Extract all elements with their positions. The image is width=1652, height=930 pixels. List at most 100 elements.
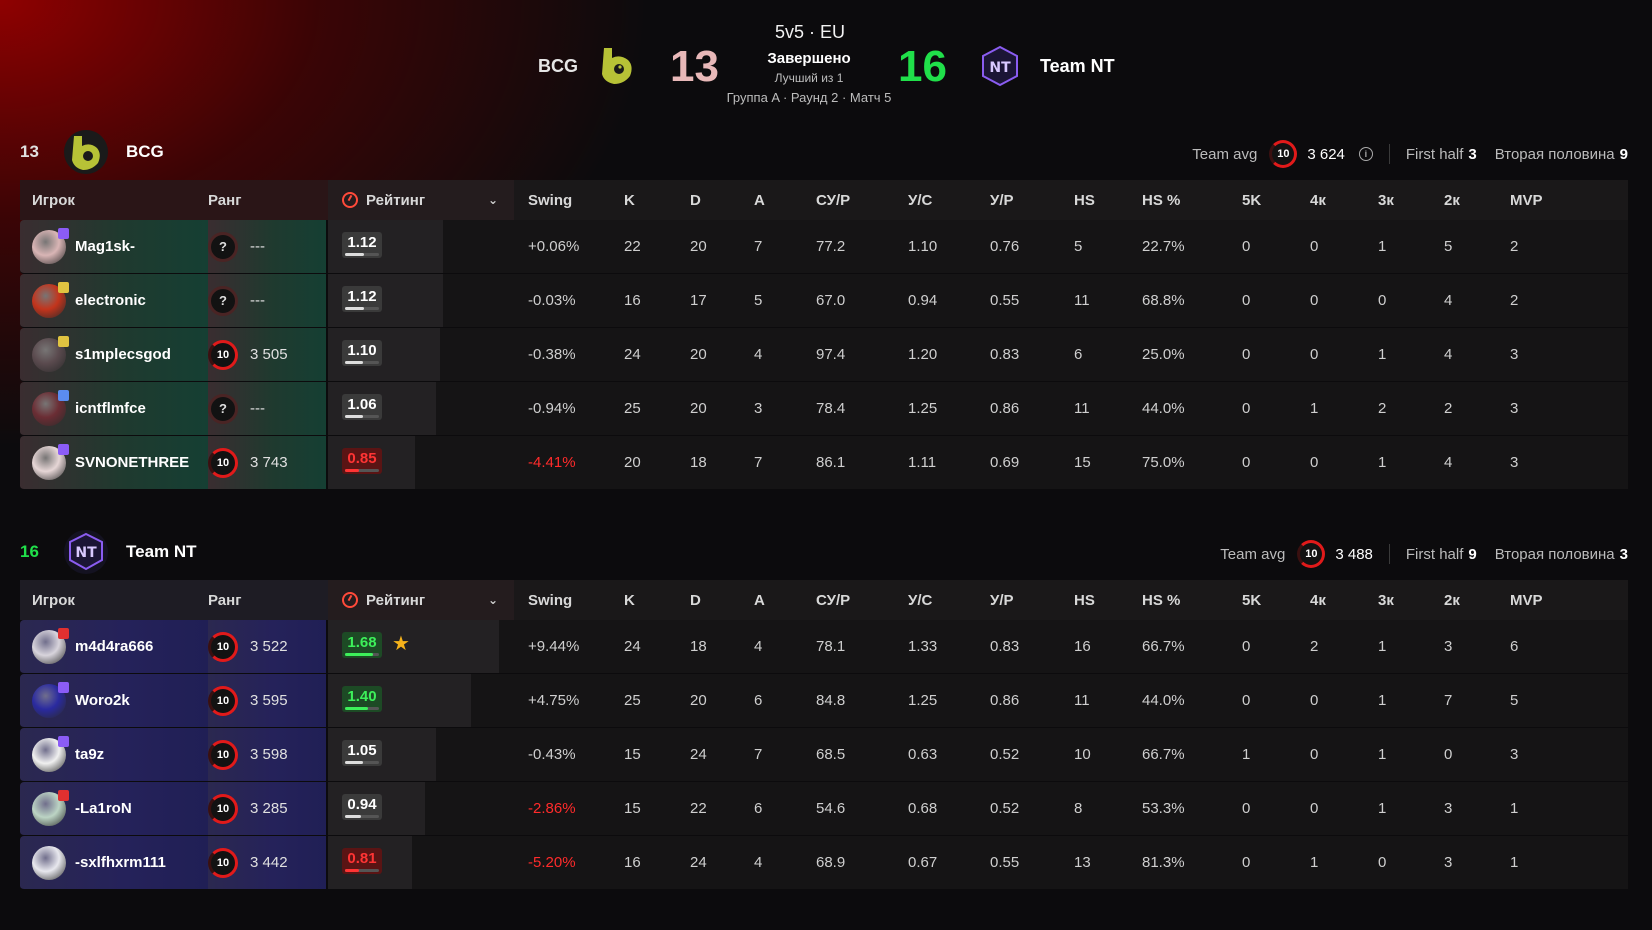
player-name[interactable]: s1mplecsgod [75, 346, 171, 363]
col-header-k4[interactable]: 4к [1310, 180, 1378, 220]
table-row[interactable]: Woro2k 10 3 595 1.40 +4.75% 25 20 6 84.8 1.25 0.86… [20, 674, 1628, 728]
table-row[interactable]: electronic? --- 1.12 -0.03% 16 17 5 67.0 0.94 0.5… [20, 274, 1628, 328]
avatar[interactable] [32, 389, 69, 426]
player-name[interactable]: -La1roN [75, 800, 132, 817]
table-row[interactable]: Mag1sk-? --- 1.12 +0.06% 22 20 7 77.2 1.10 0.76 5 2… [20, 220, 1628, 274]
stat-k: 25 [624, 382, 690, 436]
table-row[interactable]: -La1roN 10 3 285 0.94 -2.86% 15 22 6 54.6 0.68 0.5… [20, 782, 1628, 836]
avatar[interactable] [32, 735, 69, 772]
player-cell[interactable]: ta9z [20, 728, 208, 782]
col-header-a[interactable]: A [754, 180, 816, 220]
player-cell[interactable]: s1mplecsgod [20, 328, 208, 382]
avatar[interactable] [32, 789, 69, 826]
player-cell[interactable]: -La1roN [20, 782, 208, 836]
col-header-k5[interactable]: 5K [1242, 180, 1310, 220]
col-header-rank[interactable]: Ранг [208, 580, 328, 620]
col-header-rating[interactable]: Рейтинг ⌄ [328, 180, 514, 220]
avatar[interactable] [32, 335, 69, 372]
table-row[interactable]: ta9z 10 3 598 1.05 -0.43% 15 24 7 68.5 0.63 0.52 10… [20, 728, 1628, 782]
col-header-d[interactable]: D [690, 180, 754, 220]
table-row[interactable]: SVNONETHREE 10 3 743 0.85 -4.41% 20 18 7 86.1 1.1… [20, 436, 1628, 490]
player-name[interactable]: ta9z [75, 746, 104, 763]
right-team-name[interactable]: Team NT [1040, 56, 1115, 77]
player-cell[interactable]: electronic [20, 274, 208, 328]
col-header-kr[interactable]: У/Р [990, 180, 1074, 220]
col-header-k[interactable]: K [624, 180, 690, 220]
stat-kr: 0.55 [990, 836, 1074, 890]
col-header-adr[interactable]: СУ/Р [816, 580, 908, 620]
col-header-kd[interactable]: У/С [908, 580, 990, 620]
col-header-hsp[interactable]: HS % [1142, 180, 1242, 220]
avatar[interactable] [32, 281, 69, 318]
col-header-hsp[interactable]: HS % [1142, 580, 1242, 620]
table-row[interactable]: icntflmfce? --- 1.06 -0.94% 25 20 3 78.4 1.25 0.8… [20, 382, 1628, 436]
table-row[interactable]: s1mplecsgod 10 3 505 1.10 -0.38% 24 20 4 97.4 1.2… [20, 328, 1628, 382]
col-header-kd[interactable]: У/С [908, 180, 990, 220]
player-info: s1mplecsgod [32, 335, 208, 372]
avatar[interactable] [32, 443, 69, 480]
col-header-k3[interactable]: 3к [1378, 580, 1444, 620]
col-header-d[interactable]: D [690, 580, 754, 620]
col-header-swing[interactable]: Swing [514, 180, 624, 220]
chevron-down-icon[interactable]: ⌄ [488, 593, 498, 607]
chevron-down-icon[interactable]: ⌄ [488, 193, 498, 207]
player-cell[interactable]: SVNONETHREE [20, 436, 208, 490]
col-header-k2[interactable]: 2к [1444, 580, 1510, 620]
col-header-k5[interactable]: 5K [1242, 580, 1310, 620]
col-header-rating[interactable]: Рейтинг ⌄ [328, 580, 514, 620]
team-name[interactable]: Team NT [126, 542, 197, 562]
col-header-k4[interactable]: 4к [1310, 580, 1378, 620]
col-header-hs[interactable]: HS [1074, 180, 1142, 220]
player-cell[interactable]: Woro2k [20, 674, 208, 728]
table-row[interactable]: -sxlfhxrm111 10 3 442 0.81 -5.20% 16 24 4 68.9 0.… [20, 836, 1628, 890]
player-cell[interactable]: icntflmfce [20, 382, 208, 436]
bcg-logo-icon[interactable] [62, 128, 110, 176]
rating-sort-control[interactable]: Рейтинг ⌄ [328, 192, 514, 209]
stat-k4: 0 [1310, 728, 1378, 782]
col-header-mvp[interactable]: MVP [1510, 580, 1628, 620]
stat-k3: 2 [1378, 382, 1444, 436]
avatar[interactable] [32, 845, 66, 880]
player-name[interactable]: SVNONETHREE [75, 454, 189, 471]
player-name[interactable]: icntflmfce [75, 400, 146, 417]
col-header-hs[interactable]: HS [1074, 580, 1142, 620]
avatar[interactable] [32, 227, 69, 264]
col-header-mvp[interactable]: MVP [1510, 180, 1628, 220]
col-header-kr[interactable]: У/Р [990, 580, 1074, 620]
col-header-adr[interactable]: СУ/Р [816, 180, 908, 220]
player-cell[interactable]: -sxlfhxrm111 [20, 836, 208, 890]
player-cell[interactable]: m4d4ra666 [20, 620, 208, 674]
col-header-k[interactable]: K [624, 580, 690, 620]
table-row[interactable]: m4d4ra666 10 3 522 1.68 ★ +9.44% 24 18 4 78.1 1.33… [20, 620, 1628, 674]
rating-number: 1.12 [347, 234, 377, 251]
player-name[interactable]: m4d4ra666 [75, 638, 153, 655]
stat-swing: +0.06% [514, 220, 624, 274]
player-cell[interactable]: Mag1sk- [20, 220, 208, 274]
col-header-a[interactable]: A [754, 580, 816, 620]
team-name[interactable]: BCG [126, 142, 164, 162]
player-name[interactable]: Mag1sk- [75, 238, 135, 255]
team-header: 16 NT Team NT Team avg 10 3 488 First ha… [20, 524, 1628, 580]
col-header-k3[interactable]: 3к [1378, 180, 1444, 220]
team-nt-logo-icon[interactable]: NT [978, 44, 1022, 88]
stat-mvp: 2 [1510, 274, 1628, 328]
player-name[interactable]: Woro2k [75, 692, 130, 709]
col-header-swing[interactable]: Swing [514, 580, 624, 620]
avatar[interactable] [32, 681, 69, 718]
rating-sort-control[interactable]: Рейтинг ⌄ [328, 592, 514, 609]
col-header-k2[interactable]: 2к [1444, 180, 1510, 220]
elo-value: 3 743 [250, 454, 288, 471]
col-header-player[interactable]: Игрок [20, 180, 208, 220]
second-half-label: Вторая половина [1494, 545, 1615, 563]
player-name[interactable]: electronic [75, 292, 146, 309]
col-header-player[interactable]: Игрок [20, 580, 208, 620]
rating-meter [345, 815, 379, 818]
team-nt-logo-icon[interactable]: NT [62, 528, 110, 576]
team-avg-level-badge: 10 [1297, 540, 1326, 568]
player-name[interactable]: -sxlfhxrm111 [75, 854, 166, 871]
rating-cell: 1.12 [328, 220, 514, 274]
avatar[interactable] [32, 627, 69, 664]
col-header-rank[interactable]: Ранг [208, 180, 328, 220]
info-icon[interactable]: i [1358, 147, 1373, 161]
rating-meter-fill [345, 761, 363, 764]
